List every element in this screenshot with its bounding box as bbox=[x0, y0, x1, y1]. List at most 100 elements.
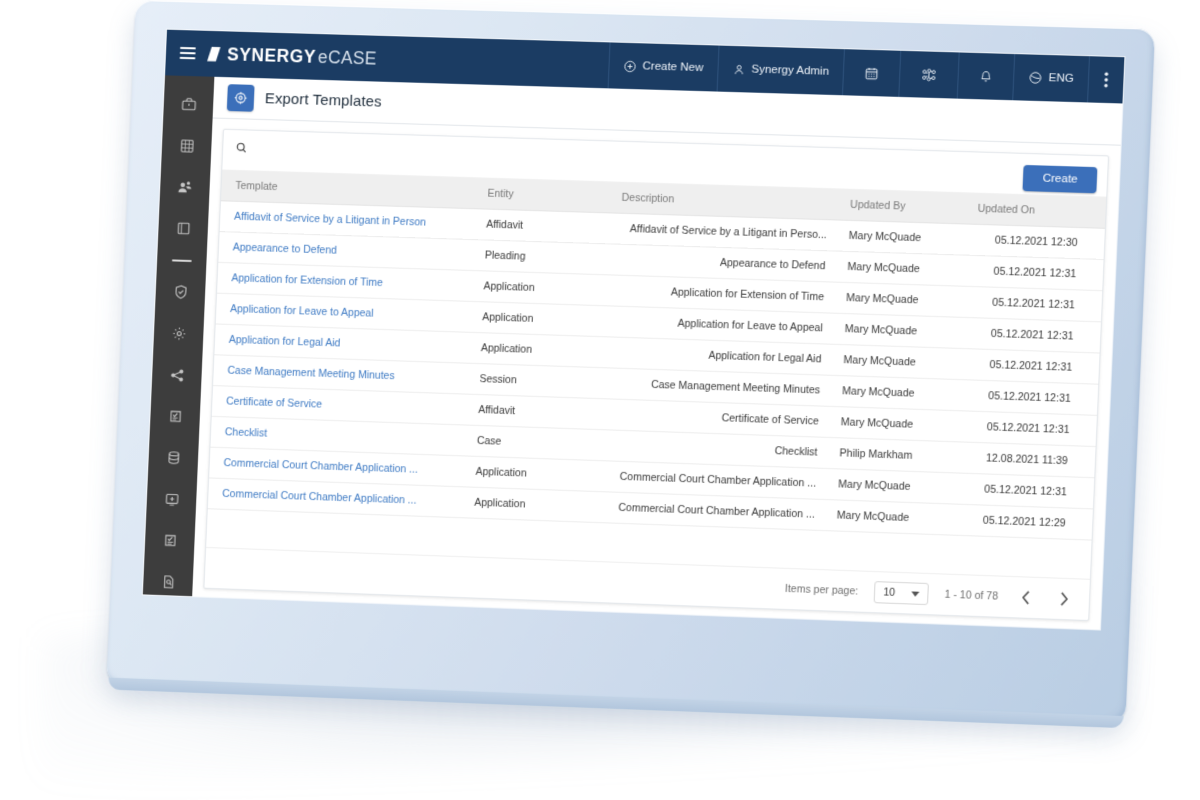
gear-icon bbox=[170, 325, 187, 342]
next-page-button[interactable] bbox=[1052, 588, 1075, 611]
briefcase-icon bbox=[180, 95, 197, 112]
cell-entity: Application bbox=[472, 332, 608, 368]
screenshot-stage: SYNERGY eCASE Create New Synergy Admin E… bbox=[0, 0, 1200, 800]
create-button[interactable]: Create bbox=[1022, 164, 1098, 194]
sidebar-item-forms[interactable] bbox=[154, 527, 185, 555]
cell-entity: Application bbox=[466, 456, 603, 492]
sidebar-item-book[interactable] bbox=[168, 215, 199, 242]
bell-icon bbox=[979, 69, 994, 84]
tablet-screen: SYNERGY eCASE Create New Synergy Admin E… bbox=[142, 29, 1125, 630]
form-check-icon bbox=[161, 532, 178, 549]
sidebar-item-add-screen[interactable] bbox=[156, 486, 187, 514]
template-link[interactable]: Application for Leave to Appeal bbox=[230, 303, 374, 320]
notifications-button[interactable] bbox=[956, 52, 1015, 101]
column-header-updated-by[interactable]: Updated By bbox=[841, 189, 971, 225]
user-account-button[interactable]: Synergy Admin bbox=[716, 45, 845, 96]
cell-entity: Application bbox=[465, 486, 602, 523]
cell-updated-by: Mary McQuade bbox=[832, 406, 961, 442]
chevron-down-icon bbox=[911, 590, 920, 597]
sidebar-item-briefcase[interactable] bbox=[173, 91, 204, 118]
cell-updated-on: 05.12.2021 12:31 bbox=[963, 317, 1101, 354]
sidebar-item-workflow[interactable] bbox=[162, 361, 193, 388]
cell-updated-by: Mary McQuade bbox=[838, 251, 968, 287]
user-icon bbox=[732, 62, 746, 75]
sidebar-item-building[interactable] bbox=[171, 132, 202, 159]
tablet-device: SYNERGY eCASE Create New Synergy Admin E… bbox=[106, 0, 1156, 729]
apps-grid-button[interactable] bbox=[898, 50, 959, 99]
template-link[interactable]: Commercial Court Chamber Application ... bbox=[222, 488, 417, 507]
template-link[interactable]: Application for Legal Aid bbox=[229, 334, 341, 350]
cell-updated-on: 12.08.2021 11:39 bbox=[958, 441, 1096, 478]
cell-entity: Affidavit bbox=[477, 208, 613, 244]
brand-mark-icon bbox=[207, 46, 220, 61]
sidebar-item-reports[interactable] bbox=[153, 568, 184, 596]
template-link[interactable]: Certificate of Service bbox=[226, 395, 322, 410]
document-search-icon bbox=[159, 573, 176, 590]
items-per-page-label: Items per page: bbox=[784, 582, 859, 598]
template-link[interactable]: Affidavit of Service by a Litigant in Pe… bbox=[234, 211, 426, 229]
cell-updated-by: Philip Markham bbox=[830, 437, 960, 474]
create-new-button[interactable]: Create New bbox=[607, 42, 719, 92]
template-link[interactable]: Checklist bbox=[225, 426, 268, 439]
vertical-dots-icon bbox=[1104, 72, 1109, 88]
cell-entity: Application bbox=[474, 270, 611, 306]
user-account-label: Synergy Admin bbox=[751, 63, 830, 78]
template-link[interactable]: Case Management Meeting Minutes bbox=[227, 365, 395, 383]
page-title: Export Templates bbox=[264, 90, 383, 111]
cell-updated-by: Mary McQuade bbox=[828, 499, 957, 536]
create-new-label: Create New bbox=[642, 60, 704, 75]
cell-description: Commercial Court Chamber Application ... bbox=[599, 491, 830, 531]
main-content: Export Templates Create Template Entity … bbox=[192, 76, 1123, 630]
cell-updated-by: Mary McQuade bbox=[840, 220, 969, 256]
building-icon bbox=[178, 137, 195, 154]
clipboard-check-icon bbox=[166, 408, 183, 425]
cell-updated-by: Mary McQuade bbox=[834, 344, 964, 380]
cell-updated-by: Mary McQuade bbox=[837, 282, 967, 318]
search-icon bbox=[235, 141, 249, 159]
template-link[interactable]: Commercial Court Chamber Application ... bbox=[223, 457, 418, 476]
cell-updated-on: 05.12.2021 12:30 bbox=[967, 224, 1105, 260]
cell-updated-on: 05.12.2021 12:31 bbox=[962, 348, 1100, 385]
templates-table: Template Entity Description Updated By U… bbox=[207, 170, 1107, 541]
cell-entity: Application bbox=[473, 301, 609, 337]
workflow-icon bbox=[168, 366, 185, 383]
language-label: ENG bbox=[1048, 72, 1075, 85]
sidebar-item-settings[interactable] bbox=[163, 320, 194, 347]
template-link[interactable]: Application for Extension of Time bbox=[231, 272, 383, 289]
calendar-icon bbox=[864, 65, 880, 80]
more-options-button[interactable] bbox=[1087, 56, 1125, 104]
cell-updated-on: 05.12.2021 12:31 bbox=[964, 286, 1103, 322]
search-input[interactable] bbox=[255, 141, 554, 169]
column-header-updated-on[interactable]: Updated On bbox=[968, 193, 1107, 229]
column-header-entity[interactable]: Entity bbox=[478, 178, 615, 214]
brand-name-primary: SYNERGY bbox=[226, 43, 317, 67]
book-icon bbox=[174, 220, 191, 237]
previous-page-button[interactable] bbox=[1014, 586, 1037, 609]
items-per-page-value: 10 bbox=[883, 586, 896, 599]
apps-grid-icon bbox=[920, 67, 938, 83]
cell-entity: Case bbox=[468, 425, 604, 461]
table-body: Affidavit of Service by a Litigant in Pe… bbox=[207, 200, 1105, 541]
calendar-button[interactable] bbox=[842, 49, 901, 97]
hamburger-icon[interactable] bbox=[179, 46, 196, 60]
sidebar-item-security[interactable] bbox=[165, 279, 196, 306]
sidebar-item-contacts[interactable] bbox=[170, 173, 201, 200]
sidebar-divider bbox=[171, 259, 192, 262]
tablet-bezel-bottom-edge bbox=[108, 677, 1124, 729]
cell-updated-on: 05.12.2021 12:31 bbox=[959, 410, 1097, 447]
template-link[interactable]: Appearance to Defend bbox=[233, 241, 337, 256]
items-per-page-select[interactable]: 10 bbox=[873, 581, 929, 606]
gear-target-icon bbox=[226, 84, 255, 112]
add-screen-icon bbox=[163, 491, 180, 508]
brand-logo[interactable]: SYNERGY eCASE bbox=[207, 43, 377, 69]
language-button[interactable]: ENG bbox=[1012, 54, 1089, 103]
sidebar-item-tasks[interactable] bbox=[160, 403, 191, 430]
cell-updated-on: 05.12.2021 12:31 bbox=[966, 255, 1104, 291]
pagination-range-label: 1 - 10 of 78 bbox=[944, 588, 999, 603]
database-icon bbox=[165, 449, 182, 466]
sidebar-item-database[interactable] bbox=[158, 444, 189, 472]
cell-entity: Session bbox=[470, 363, 607, 399]
shield-check-icon bbox=[172, 284, 189, 301]
brand-name-secondary: eCASE bbox=[317, 46, 378, 69]
cell-updated-on: 05.12.2021 12:29 bbox=[955, 504, 1093, 541]
